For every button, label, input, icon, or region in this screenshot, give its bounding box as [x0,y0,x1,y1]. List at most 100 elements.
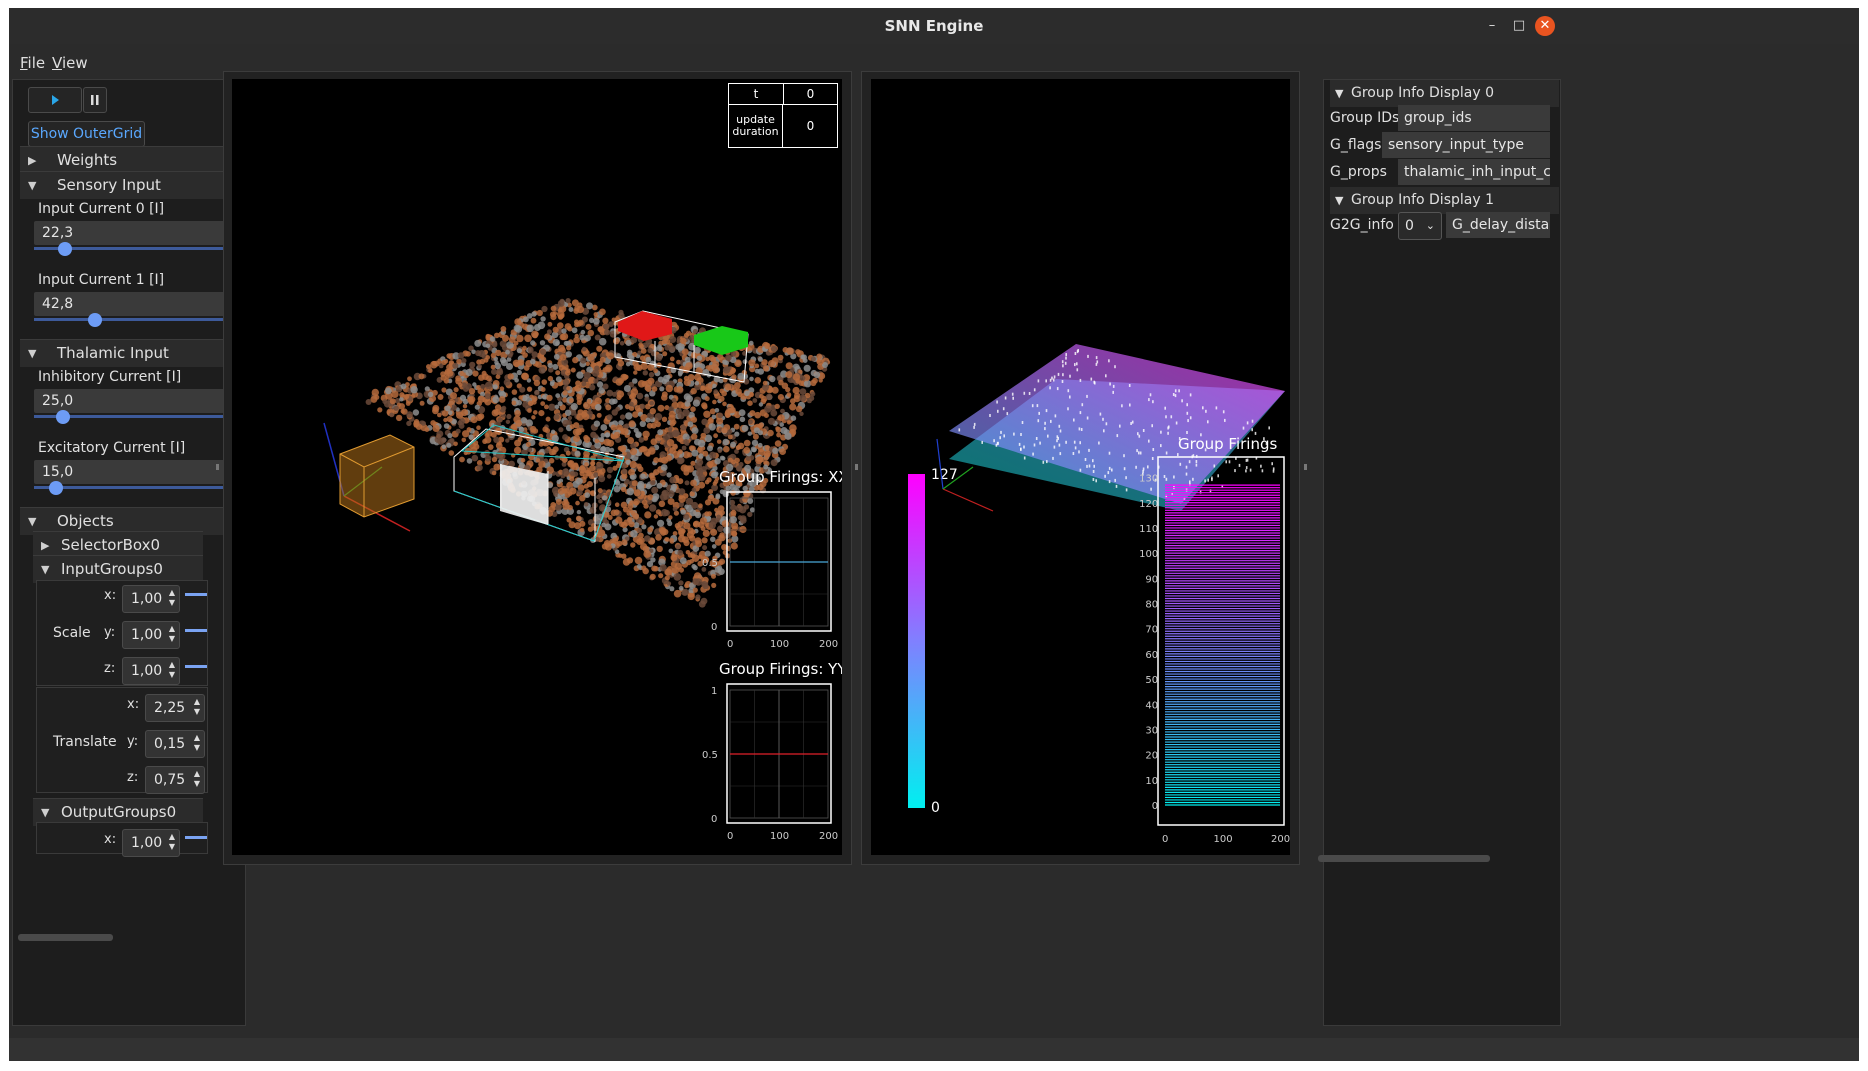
slider-value-field[interactable]: 15,0 [34,460,230,484]
group-info-scrollbar[interactable] [1318,855,1490,862]
spin-arrows-icon[interactable]: ▲ ▼ [194,733,200,753]
spin-arrows-icon[interactable]: ▲ ▼ [169,660,175,680]
sensory-input-header[interactable]: ▼ Sensory Input [20,171,230,199]
spin-arrows-icon[interactable]: ▲ ▼ [169,624,175,644]
spin-arrows-icon[interactable]: ▲ ▼ [169,588,175,608]
group-info-display-1-title: Group Info Display 1 [1351,192,1494,208]
scale-y-spinbox[interactable]: 1,00 ▲ ▼ [122,621,180,649]
scale-x-spinbox[interactable]: 1,00 ▲ ▼ [122,585,180,613]
neuron-cloud [365,298,831,608]
slider-label: Input Current 0 [I] [38,201,165,217]
gprops-field[interactable]: thalamic_inh_input_curre [1398,159,1550,185]
menu-view[interactable]: View [52,54,88,72]
scale-y-slider[interactable] [185,629,207,632]
slider-value-field[interactable]: 42,8 [34,292,230,316]
settings-horizontal-scrollbar[interactable] [18,934,113,941]
g2g-select-value: 0 [1405,218,1414,234]
translate-z-value: 0,75 [154,772,186,788]
close-button[interactable]: ✕ [1535,16,1555,36]
y-tick-label: 0 [711,814,717,825]
scale-z-label: z: [104,661,116,676]
collapse-arrow-icon: ▼ [28,347,37,360]
slider-track[interactable] [34,486,230,489]
slider-label: Input Current 1 [I] [38,272,165,288]
translate-y-value: 0,15 [154,736,186,752]
slider-label: Excitatory Current [I] [38,440,186,456]
spin-arrows-icon[interactable]: ▲ ▼ [194,697,200,717]
group-ids-field[interactable]: group_ids [1398,105,1550,131]
y-tick-label: 50 [1145,675,1158,686]
slider-track[interactable] [34,318,230,321]
scale-label: Scale [53,625,91,641]
slider-thumb[interactable] [87,313,102,327]
inputgroups-label: InputGroups0 [61,560,163,578]
output-scale-x-label: x: [104,832,117,847]
show-outergrid-button[interactable]: Show OuterGrid [28,121,145,147]
output-scale-x-slider[interactable] [185,836,207,839]
y-tick-label: 20 [1145,751,1158,762]
chevron-down-icon: ⌄ [1425,219,1435,232]
y-tick-label: 90 [1145,574,1158,585]
network-3d-view[interactable]: Group Firings: XXX00.50100200Group Firin… [232,79,859,855]
g2g-select[interactable]: 0 ⌄ [1398,212,1442,240]
spin-arrows-icon[interactable]: ▲ ▼ [194,769,200,789]
x-tick-label: 200 [819,639,838,650]
output-scale-x-spinbox[interactable]: 1,00 ▲ ▼ [122,829,180,857]
translate-y-spinbox[interactable]: 0,15 ▲ ▼ [145,730,205,758]
y-tick-label: 130 [1139,474,1158,485]
play-button[interactable] [28,87,82,113]
translate-y-label: y: [127,734,139,749]
update-duration-value: 0 [806,119,815,133]
plot-title: Group Firings: XXX [719,468,842,486]
x-tick-label: 200 [1271,834,1290,845]
colorbar [908,474,925,808]
y-tick-label: 70 [1145,625,1158,636]
maximize-button[interactable]: □ [1509,16,1529,36]
x-axis [942,488,994,512]
translate-x-label: x: [127,697,140,712]
firing-3d-canvas[interactable]: 127 0 Group Firings 0 10 20 30 40 50 60 70 80 90 100 1… [871,79,1290,855]
main-3d-canvas[interactable]: Group Firings: XXX00.50100200Group Firin… [232,79,859,855]
input-group-block [500,464,548,525]
inputgroups-header[interactable]: ▼ InputGroups0 [33,555,203,583]
slider-thumb[interactable] [48,481,63,495]
scale-z-spinbox[interactable]: 1,00 ▲ ▼ [122,657,180,685]
x-tick-label: 100 [1214,834,1233,845]
y-tick-label: 80 [1145,600,1158,611]
translate-z-spinbox[interactable]: 0,75 ▲ ▼ [145,766,205,794]
group-info-display-1-header[interactable]: ▼ Group Info Display 1 [1330,187,1559,214]
y-tick-label: 1 [711,686,717,697]
y-tick-label: 0 [711,622,717,633]
weights-label: Weights [57,151,118,169]
x-tick-label: 200 [819,831,838,842]
scale-x-value: 1,00 [131,591,163,607]
right-splitter-handle[interactable] [1304,464,1307,470]
translate-x-spinbox[interactable]: 2,25 ▲ ▼ [145,694,205,722]
g2g-field[interactable]: G_delay_distance [1446,212,1550,238]
scale-x-slider[interactable] [185,593,207,596]
firing-3d-view[interactable]: 1270Group Firings01020304050607080901001… [871,79,1290,855]
translate-label: Translate [53,734,117,750]
middle-splitter-handle[interactable] [855,464,858,470]
scale-x-label: x: [104,588,117,603]
weights-header[interactable]: ▶ Weights [20,146,230,174]
g2g-info-label: G2G_info [1330,217,1394,233]
collapse-arrow-icon: ▼ [1335,87,1344,100]
spin-arrows-icon[interactable]: ▲ ▼ [169,832,175,852]
thalamic-input-header[interactable]: ▼ Thalamic Input [20,339,230,367]
group-info-display-0-header[interactable]: ▼ Group Info Display 0 [1330,80,1559,107]
x-tick-label: 0 [727,639,733,650]
collapse-arrow-icon: ▼ [28,179,37,192]
x-tick-label: 100 [770,639,789,650]
y-tick-label: 40 [1145,700,1158,711]
minimize-button[interactable]: – [1482,16,1502,36]
gflags-field[interactable]: sensory_input_type [1382,132,1550,158]
gprops-label: G_props [1330,164,1387,180]
scale-z-slider[interactable] [185,665,207,668]
pause-button[interactable] [83,87,107,113]
update-label-line2: duration [732,125,779,138]
menu-file[interactable]: File [20,54,45,72]
group-firings-yyy-plot: Group Firings: YYY 0 0.5 1 0 100 200 [702,660,856,842]
left-splitter-handle[interactable] [216,464,219,470]
pause-icon [91,95,99,105]
